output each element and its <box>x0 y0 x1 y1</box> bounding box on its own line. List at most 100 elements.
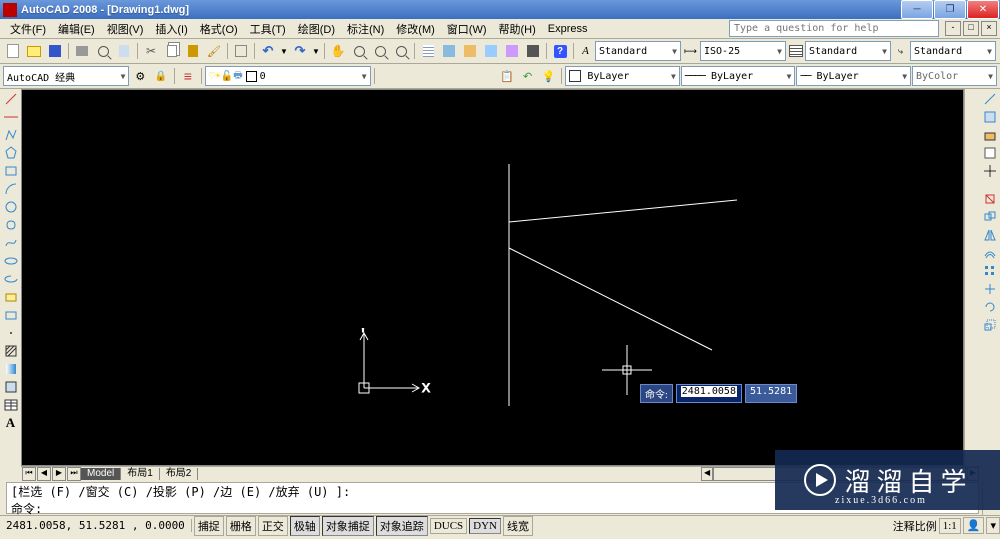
match-properties-button[interactable]: 🖌 <box>204 41 224 61</box>
grid-toggle[interactable]: 栅格 <box>226 516 256 536</box>
move-button[interactable] <box>982 281 998 297</box>
table-button[interactable] <box>3 397 19 413</box>
layer-dropdown[interactable]: ♡ ☀ 🔓 🖶 0▼ <box>205 66 371 86</box>
tab-layout2[interactable]: 布局2 <box>160 468 199 480</box>
erase-button[interactable] <box>982 191 998 207</box>
cut-button[interactable]: ✂ <box>141 41 161 61</box>
save-button[interactable] <box>45 41 65 61</box>
mtext-button[interactable]: A <box>3 415 19 431</box>
menu-express[interactable]: Express <box>542 21 594 37</box>
hscroll-left-button[interactable]: ◀ <box>701 467 713 481</box>
line-button[interactable] <box>3 91 19 107</box>
undo-button[interactable]: ↶ <box>258 41 278 61</box>
arc-button[interactable] <box>3 181 19 197</box>
vertical-scrollbar[interactable] <box>964 89 979 466</box>
menu-modify[interactable]: 修改(M) <box>390 19 441 39</box>
locate-point-button[interactable] <box>982 163 998 179</box>
minimize-button[interactable]: ─ <box>901 0 933 19</box>
gradient-button[interactable] <box>3 361 19 377</box>
point-button[interactable] <box>3 325 19 341</box>
ellipse-button[interactable] <box>3 253 19 269</box>
menu-format[interactable]: 格式(O) <box>194 19 244 39</box>
sheetset-button[interactable] <box>481 41 501 61</box>
workspace-lock-button[interactable]: 🔒 <box>151 66 171 86</box>
ortho-toggle[interactable]: 正交 <box>258 516 288 536</box>
layer-states-button[interactable]: 📋 <box>497 66 517 86</box>
rectangle-button[interactable] <box>3 163 19 179</box>
tool-palettes-button[interactable] <box>460 41 480 61</box>
markup-button[interactable] <box>502 41 522 61</box>
quickcalc-button[interactable] <box>523 41 543 61</box>
region-mass-button[interactable] <box>982 127 998 143</box>
dynamic-input-y[interactable]: 51.5281 <box>745 384 797 403</box>
text-style-dropdown[interactable]: Standard▼ <box>595 41 681 61</box>
otrack-toggle[interactable]: 对象追踪 <box>376 516 428 536</box>
workspace-settings-button[interactable]: ⚙ <box>130 66 150 86</box>
zoom-realtime-button[interactable] <box>349 41 369 61</box>
new-button[interactable] <box>3 41 23 61</box>
table-style-dropdown[interactable]: Standard▼ <box>805 41 891 61</box>
rotate-button[interactable] <box>982 299 998 315</box>
table-style-icon[interactable] <box>787 41 804 61</box>
dynamic-input-x[interactable]: 2481.0058 <box>676 384 742 403</box>
menu-window[interactable]: 窗口(W) <box>441 19 493 39</box>
dim-style-icon[interactable]: ⟼ <box>682 41 699 61</box>
snap-toggle[interactable]: 捕捉 <box>194 516 224 536</box>
plotstyle-dropdown[interactable]: ByColor▼ <box>912 66 997 86</box>
array-button[interactable] <box>982 263 998 279</box>
maximize-button[interactable]: ❐ <box>934 0 966 19</box>
undo-dropdown[interactable]: ▼ <box>279 41 289 61</box>
tab-first-button[interactable]: ⏮ <box>22 467 36 481</box>
block-editor-button[interactable] <box>231 41 251 61</box>
menu-file[interactable]: 文件(F) <box>4 19 52 39</box>
osnap-toggle[interactable]: 对象捕捉 <box>322 516 374 536</box>
help-search-input[interactable] <box>729 20 939 37</box>
annotation-scale-value[interactable]: 1:1 <box>939 518 961 534</box>
distance-button[interactable] <box>982 91 998 107</box>
close-button[interactable]: ✕ <box>967 0 999 19</box>
construction-line-button[interactable] <box>3 109 19 125</box>
circle-button[interactable] <box>3 199 19 215</box>
copy-button-modify[interactable] <box>982 209 998 225</box>
workspace-dropdown[interactable]: AutoCAD 经典▼ <box>3 66 129 86</box>
open-button[interactable] <box>24 41 44 61</box>
region-button[interactable] <box>3 379 19 395</box>
plot-button[interactable] <box>72 41 92 61</box>
revision-cloud-button[interactable] <box>3 217 19 233</box>
dim-style-dropdown[interactable]: ISO-25▼ <box>700 41 786 61</box>
insert-block-button[interactable] <box>3 289 19 305</box>
scale-button[interactable] <box>982 317 998 333</box>
zoom-previous-button[interactable] <box>370 41 390 61</box>
menu-help[interactable]: 帮助(H) <box>493 19 542 39</box>
layer-previous-button[interactable]: ↶ <box>518 66 538 86</box>
text-style-icon[interactable]: A <box>577 41 594 61</box>
redo-button[interactable]: ↷ <box>290 41 310 61</box>
plot-preview-button[interactable] <box>93 41 113 61</box>
tab-layout1[interactable]: 布局1 <box>121 468 160 480</box>
mirror-button[interactable] <box>982 227 998 243</box>
publish-button[interactable] <box>114 41 134 61</box>
menu-draw[interactable]: 绘图(D) <box>292 19 341 39</box>
help-button[interactable]: ? <box>550 41 570 61</box>
layer-isolate-button[interactable]: 💡 <box>539 66 559 86</box>
status-tray-button[interactable]: ▾ <box>986 517 1000 534</box>
hatch-button[interactable] <box>3 343 19 359</box>
zoom-window-button[interactable] <box>391 41 411 61</box>
lineweight-toggle[interactable]: 线宽 <box>503 516 533 536</box>
linetype-dropdown[interactable]: ──── ByLayer▼ <box>681 66 796 86</box>
drawing-canvas[interactable]: Y X 命令: 2481.0058 51.5281 <box>21 89 964 466</box>
menu-insert[interactable]: 插入(I) <box>149 19 193 39</box>
spline-button[interactable] <box>3 235 19 251</box>
ellipse-arc-button[interactable] <box>3 271 19 287</box>
doc-restore-button[interactable]: □ <box>963 21 979 36</box>
copy-button[interactable] <box>162 41 182 61</box>
mleader-style-icon[interactable]: ⤷ <box>892 41 909 61</box>
paste-button[interactable] <box>183 41 203 61</box>
properties-button[interactable] <box>418 41 438 61</box>
polygon-button[interactable] <box>3 145 19 161</box>
tab-model[interactable]: Model <box>81 468 121 480</box>
menu-edit[interactable]: 编辑(E) <box>52 19 101 39</box>
lineweight-dropdown[interactable]: ── ByLayer▼ <box>796 66 911 86</box>
tab-next-button[interactable]: ▶ <box>52 467 66 481</box>
coordinates-display[interactable]: 2481.0058, 51.5281 , 0.0000 <box>0 519 192 532</box>
